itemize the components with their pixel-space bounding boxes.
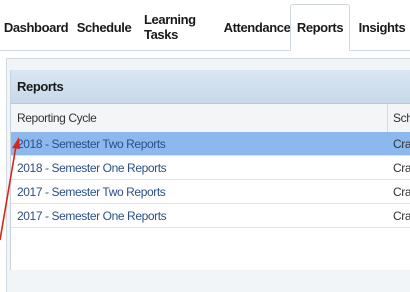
school-cell: Cran bbox=[393, 184, 410, 199]
nav-tabbar: Dashboard Schedule Learning Tasks Attend… bbox=[0, 0, 410, 51]
reports-panel: Reports Reporting Cycle Scho 2018 - Seme… bbox=[10, 70, 410, 270]
table-row[interactable]: 2018 - Semester One Reports Cran bbox=[11, 156, 410, 180]
reporting-cycle-link[interactable]: 2017 - Semester One Reports bbox=[17, 204, 167, 227]
column-divider[interactable] bbox=[387, 104, 388, 132]
tab-reports[interactable]: Reports bbox=[290, 4, 350, 51]
column-header-reporting-cycle[interactable]: Reporting Cycle bbox=[17, 104, 97, 132]
table-header: Reporting Cycle Scho bbox=[11, 104, 410, 133]
reporting-cycle-link[interactable]: 2017 - Semester Two Reports bbox=[17, 180, 166, 203]
school-cell: Cran bbox=[393, 136, 410, 151]
column-header-school[interactable]: Scho bbox=[393, 104, 410, 132]
table-row[interactable]: 2017 - Semester Two Reports Cran bbox=[11, 180, 410, 204]
tab-insights[interactable]: Insights bbox=[356, 4, 408, 50]
school-cell: Cran bbox=[393, 160, 410, 175]
school-cell: Cran bbox=[393, 208, 410, 223]
reporting-cycle-link[interactable]: 2018 - Semester One Reports bbox=[17, 156, 167, 179]
table-row[interactable]: 2018 - Semester Two Reports Cran bbox=[11, 132, 410, 156]
tab-schedule[interactable]: Schedule bbox=[72, 4, 136, 50]
table-row[interactable]: 2017 - Semester One Reports Cran bbox=[11, 204, 410, 228]
tab-learning-tasks[interactable]: Learning Tasks bbox=[144, 4, 218, 50]
reporting-cycle-link[interactable]: 2018 - Semester Two Reports bbox=[17, 132, 166, 155]
tab-dashboard[interactable]: Dashboard bbox=[4, 4, 69, 50]
tab-attendance[interactable]: Attendance bbox=[224, 4, 291, 50]
panel-title: Reports bbox=[11, 70, 410, 104]
